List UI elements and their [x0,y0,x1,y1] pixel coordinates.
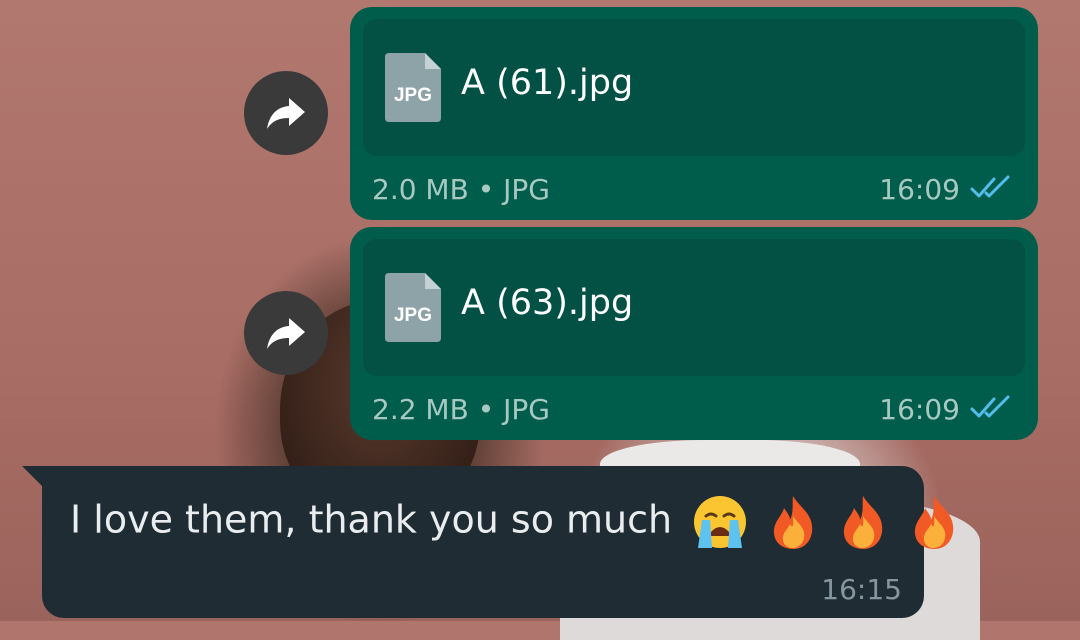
file-meta: 2.2 MB • JPG [372,393,550,426]
message-time: 16:15 [821,573,902,606]
file-type-label: JPG [393,85,433,106]
forward-icon [267,318,305,349]
jpg-file-icon: JPG [385,53,441,122]
file-type-label: JPG [393,305,433,326]
text-message[interactable]: I love them, thank you so much 16:15 [42,466,953,618]
document-message[interactable]: JPG A (63).jpg 2.2 MB • JPG 16:09 [350,227,1038,440]
message-time: 16:09 [879,393,960,426]
document-preview[interactable]: JPG A (63).jpg [363,239,1025,376]
jpg-file-icon: JPG [385,273,441,342]
file-name: A (63).jpg [461,283,634,323]
forward-button[interactable] [244,291,328,375]
document-message[interactable]: JPG A (61).jpg 2.0 MB • JPG 16:09 [350,7,1038,220]
loudly-crying-face-icon [692,494,748,550]
message-text: I love them, thank you so much [70,497,673,542]
file-name: A (61).jpg [461,63,634,103]
double-check-icon [970,175,1014,201]
file-meta: 2.0 MB • JPG [372,173,550,206]
document-preview[interactable]: JPG A (61).jpg [363,19,1025,156]
double-check-icon [970,395,1014,421]
fire-icon [838,494,888,550]
message-time: 16:09 [879,173,960,206]
forward-icon [267,98,305,129]
bubble-tail [22,466,44,488]
forward-button[interactable] [244,71,328,155]
fire-icon [768,494,818,550]
message-text-row: I love them, thank you so much [70,494,959,550]
fire-icon [909,494,959,550]
